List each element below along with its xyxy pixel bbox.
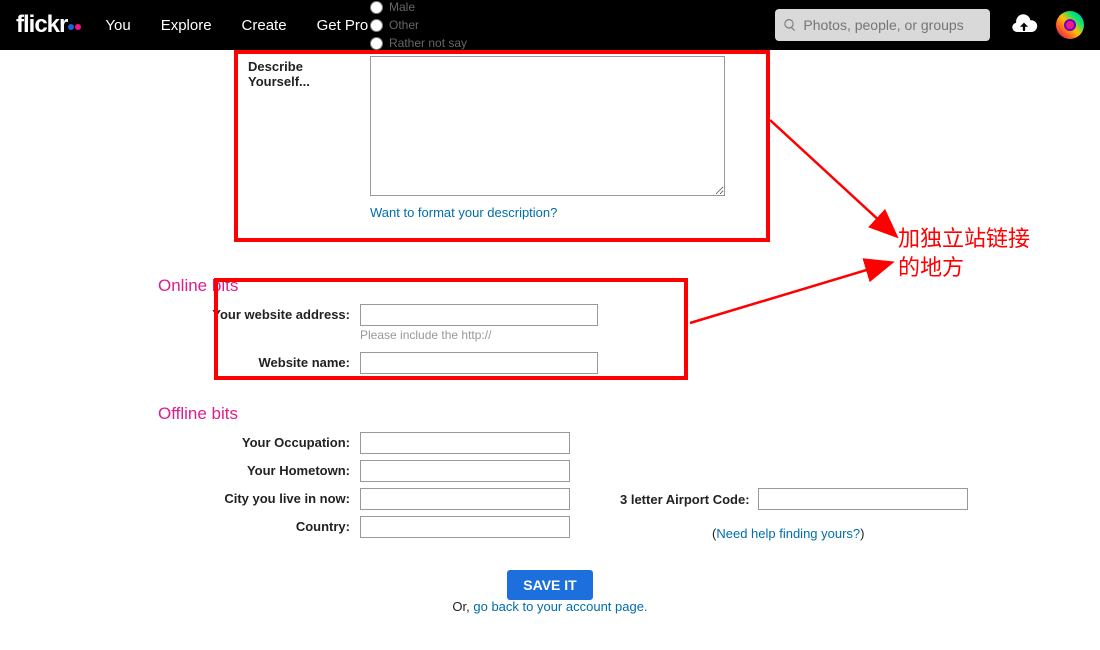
- website-name-input[interactable]: [360, 352, 598, 374]
- radio-other[interactable]: [370, 19, 383, 32]
- save-row: SAVE IT: [0, 570, 1100, 600]
- nav-get-pro[interactable]: Get Pro: [317, 17, 369, 34]
- nav-create[interactable]: Create: [242, 17, 287, 34]
- radio-male-label: Male: [389, 0, 415, 14]
- format-description-link[interactable]: Want to format your description?: [370, 205, 557, 220]
- radio-rns-label: Rather not say: [389, 36, 467, 50]
- website-address-hint: Please include the http://: [360, 328, 598, 342]
- gender-radio-peek: Male Other Rather not say: [370, 0, 467, 54]
- hometown-label: Your Hometown:: [0, 460, 360, 478]
- save-button[interactable]: SAVE IT: [507, 570, 592, 600]
- airport-help-paren-close: ): [860, 526, 864, 541]
- logo-dots: [67, 11, 81, 39]
- describe-textarea[interactable]: [370, 56, 725, 196]
- offline-bits-section: Offline bits Your Occupation: Your Homet…: [0, 386, 1100, 544]
- or-prefix: Or,: [452, 599, 473, 614]
- describe-section: Describe Yourself... Want to format your…: [0, 56, 1100, 220]
- airport-code-label: 3 letter Airport Code:: [620, 492, 750, 507]
- hometown-input[interactable]: [360, 460, 570, 482]
- website-name-label: Website name:: [0, 352, 360, 370]
- search-icon: [783, 17, 797, 33]
- radio-rather-not-say[interactable]: [370, 37, 383, 50]
- nav-explore[interactable]: Explore: [161, 17, 212, 34]
- city-label: City you live in now:: [0, 488, 360, 506]
- radio-other-label: Other: [389, 18, 419, 32]
- annotation-line2: 的地方: [898, 254, 1030, 283]
- city-input[interactable]: [360, 488, 570, 510]
- upload-icon[interactable]: [1010, 11, 1038, 39]
- back-to-account-link[interactable]: go back to your account page.: [473, 599, 647, 614]
- top-nav: flickr You Explore Create Get Pro: [0, 0, 1100, 50]
- annotation-line1: 加独立站链接: [898, 225, 1030, 254]
- annotation-arrow-2: [690, 258, 910, 341]
- occupation-label: Your Occupation:: [0, 432, 360, 450]
- avatar[interactable]: [1056, 11, 1084, 39]
- airport-code-input[interactable]: [758, 488, 968, 510]
- occupation-input[interactable]: [360, 432, 570, 454]
- annotation-text: 加独立站链接 的地方: [898, 225, 1030, 282]
- search-input[interactable]: [803, 17, 982, 33]
- offline-bits-heading: Offline bits: [158, 404, 1100, 424]
- describe-label: Describe Yourself...: [0, 56, 370, 89]
- website-address-label: Your website address:: [0, 304, 360, 322]
- search-box[interactable]: [775, 9, 990, 41]
- radio-male[interactable]: [370, 1, 383, 14]
- airport-code-group: 3 letter Airport Code:: [620, 488, 968, 510]
- website-address-input[interactable]: [360, 304, 598, 326]
- nav-you[interactable]: You: [105, 17, 130, 34]
- airport-help-link[interactable]: Need help finding yours?: [716, 526, 860, 541]
- country-label: Country:: [0, 516, 360, 534]
- or-row: Or, go back to your account page.: [0, 599, 1100, 614]
- logo-text: flickr: [16, 11, 67, 38]
- country-input[interactable]: [360, 516, 570, 538]
- flickr-logo[interactable]: flickr: [16, 11, 81, 39]
